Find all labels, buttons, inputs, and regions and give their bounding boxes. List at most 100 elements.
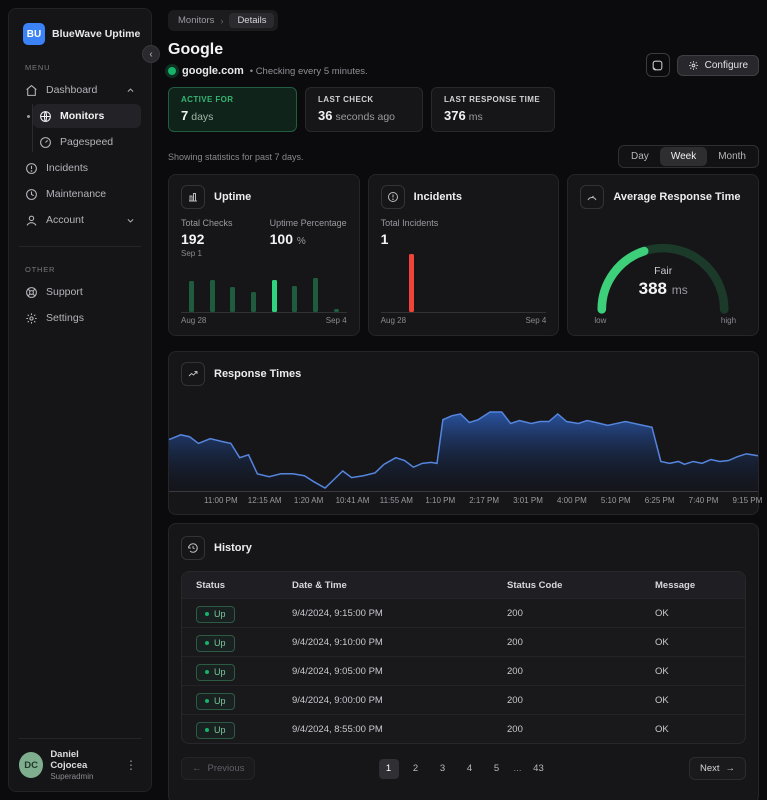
gauge-status: Fair (654, 265, 673, 277)
range-day-button[interactable]: Day (620, 147, 660, 166)
last-check-card: LAST CHECK 36 seconds ago (305, 87, 423, 132)
chart-bar (271, 279, 277, 312)
title-block: Google google.com • Checking every 5 min… (168, 41, 368, 77)
cell-datetime: 9/4/2024, 9:10:00 PM (292, 636, 383, 648)
page-number-4[interactable]: 4 (460, 759, 480, 779)
cell-message: OK (655, 723, 669, 735)
page-number-5[interactable]: 5 (487, 759, 507, 779)
table-row[interactable]: Up 9/4/2024, 8:55:00 PM 200 OK (182, 714, 745, 743)
breadcrumb-monitors[interactable]: Monitors (178, 15, 214, 26)
table-row[interactable]: Up 9/4/2024, 9:00:00 PM 200 OK (182, 685, 745, 714)
title-actions: Configure (645, 53, 759, 77)
card-title: History (214, 542, 252, 554)
stat-label: ACTIVE FOR (181, 95, 234, 104)
sidebar-collapse-button[interactable]: ‹ (142, 45, 160, 63)
stat-unit: days (191, 111, 214, 123)
page-number-1[interactable]: 1 (378, 758, 399, 779)
status-badge: Up (196, 605, 235, 623)
column-header-message: Message (655, 579, 696, 591)
chart-bar (209, 279, 215, 312)
sidebar-item-label: Support (46, 286, 83, 298)
app-name: BlueWave Uptime (52, 28, 141, 40)
table-row[interactable]: Up 9/4/2024, 9:10:00 PM 200 OK (182, 627, 745, 656)
cell-datetime: 9/4/2024, 9:15:00 PM (292, 607, 383, 619)
range-week-button[interactable]: Week (659, 147, 708, 166)
alert-circle-icon (380, 185, 405, 209)
stat-value: 36 (318, 108, 333, 123)
chart-bar (333, 309, 339, 312)
column-header-status-code: Status Code (507, 579, 563, 591)
chart-bar (292, 286, 298, 312)
cell-datetime: 9/4/2024, 8:55:00 PM (292, 723, 383, 735)
clock-icon (26, 188, 37, 200)
stats-note: Showing statistics for past 7 days. (168, 151, 304, 162)
sidebar-item-maintenance[interactable]: Maintenance (19, 182, 141, 206)
card-title: Incidents (413, 191, 462, 203)
history-table: Status Date & Time Status Code Message U… (181, 571, 746, 744)
sidebar-item-dashboard[interactable]: Dashboard (19, 78, 141, 102)
page-number-3[interactable]: 3 (433, 759, 453, 779)
user-menu-kebab-icon[interactable]: ⋮ (121, 756, 141, 774)
sidebar-item-monitors[interactable]: Monitors (27, 104, 141, 128)
sidebar-item-pagespeed[interactable]: Pagespeed (33, 130, 141, 154)
x-axis-label: 9:15 PM (732, 496, 763, 505)
stats-note-row: Showing statistics for past 7 days. Day … (168, 145, 759, 168)
x-axis-label: 1:10 PM (425, 496, 456, 505)
table-row[interactable]: Up 9/4/2024, 9:05:00 PM 200 OK (182, 656, 745, 685)
previous-page-button[interactable]: ← Previous (181, 757, 256, 780)
sidebar-item-label: Settings (46, 312, 84, 324)
next-page-button[interactable]: Next → (688, 757, 746, 780)
user-profile: DC Daniel Cojocea Superadmin ⋮ (19, 738, 141, 781)
range-toggle: Day Week Month (618, 145, 759, 168)
card-title: Response Times (214, 368, 302, 380)
sidebar-item-label: Incidents (46, 162, 89, 174)
cell-status-code: 200 (507, 636, 523, 648)
sidebar-item-incidents[interactable]: Incidents (19, 156, 141, 180)
globe-icon (40, 110, 51, 122)
page-number-43[interactable]: 43 (528, 759, 548, 779)
active-item-dot (27, 115, 30, 118)
chart-bar (409, 254, 415, 312)
uptime-percentage-value: 100 (269, 231, 293, 247)
cell-status-code: 200 (507, 607, 523, 619)
pagination: ← Previous 1 2 3 4 5 ... 43 Next → (181, 757, 746, 780)
active-for-card: ACTIVE FOR 7 days (168, 87, 297, 132)
table-row[interactable]: Up 9/4/2024, 9:15:00 PM 200 OK (182, 598, 745, 627)
page-number-2[interactable]: 2 (406, 759, 426, 779)
breadcrumb-details[interactable]: Details (229, 13, 275, 28)
status-badge: Up (196, 692, 235, 710)
cell-message: OK (655, 607, 669, 619)
menu-section-label: MENU (25, 63, 51, 72)
sidebar-item-account[interactable]: Account (19, 208, 141, 232)
sidebar-item-label: Account (46, 214, 84, 226)
title-row: Google google.com • Checking every 5 min… (168, 41, 759, 77)
sidebar-item-support[interactable]: Support (19, 280, 141, 304)
sidebar-item-label: Pagespeed (60, 136, 114, 148)
column-header-status: Status (196, 579, 226, 591)
configure-label: Configure (704, 59, 748, 71)
breadcrumb: Monitors › Details (168, 10, 279, 31)
range-month-button[interactable]: Month (707, 147, 757, 166)
cell-datetime: 9/4/2024, 9:05:00 PM (292, 665, 383, 677)
history-clock-icon (181, 536, 205, 560)
gauge-value: 388 (638, 279, 667, 298)
sidebar-item-settings[interactable]: Settings (19, 306, 141, 330)
total-incidents-label: Total Incidents (380, 218, 439, 228)
x-axis-label: 11:55 AM (379, 496, 413, 505)
home-icon (26, 84, 37, 96)
response-times-card: Response Times 11:00 PM 12:15 AM 1:20 AM 10… (168, 351, 763, 515)
arrow-right-icon: → (725, 763, 736, 774)
sidebar-item-label: Monitors (60, 110, 105, 122)
arrow-left-icon: ← (192, 763, 202, 774)
gauge-low-label: low (594, 316, 607, 325)
incidents-card: Incidents Total Incidents 1 Aug 28 Sep 4 (367, 174, 560, 336)
pause-monitor-button[interactable] (645, 53, 670, 77)
gauge-unit: ms (671, 283, 688, 297)
user-name: Daniel Cojocea (50, 749, 88, 771)
x-axis-label: 3:01 PM (513, 496, 543, 505)
monitor-status-row: google.com • Checking every 5 minutes. (168, 65, 368, 77)
chart-bar (189, 280, 194, 312)
stat-unit: ms (468, 111, 483, 123)
app-logo: BU (23, 23, 45, 45)
configure-button[interactable]: Configure (676, 54, 759, 76)
